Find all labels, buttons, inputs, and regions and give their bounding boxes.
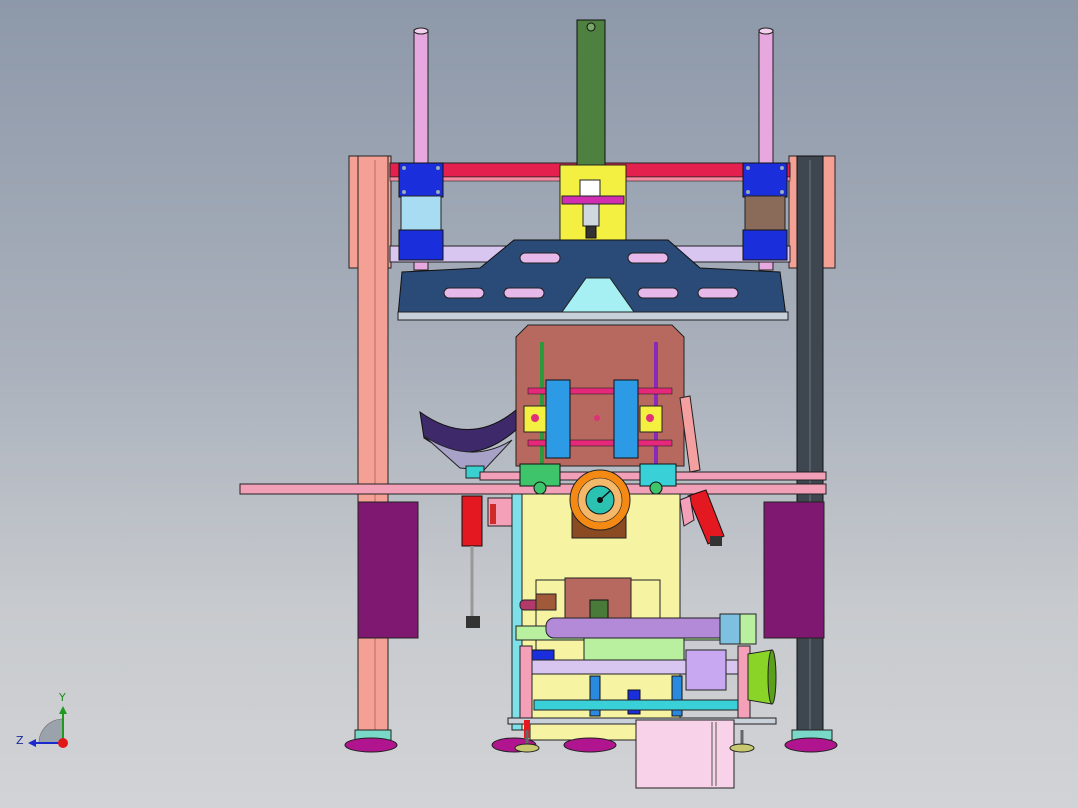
- leveling-foot: [563, 737, 617, 753]
- z-axis-label: Z: [16, 734, 24, 747]
- air-cylinder-top: [559, 19, 627, 241]
- orientation-triad[interactable]: Y Z: [16, 691, 68, 748]
- leveling-foot: [784, 737, 838, 753]
- z-axis-arrowhead: [28, 739, 36, 747]
- motor-panel-left: [357, 501, 419, 639]
- motor-box: [635, 719, 735, 789]
- main-housing: [515, 324, 685, 467]
- bearing-block-top-right: [742, 162, 788, 261]
- motor-panel-right: [763, 501, 825, 639]
- y-axis-arrowhead: [59, 706, 67, 714]
- lower-mechanism: [515, 577, 757, 723]
- y-axis-label: Y: [58, 691, 66, 704]
- bearing-block-top-left: [398, 162, 444, 261]
- triad-gray-quadrant: [38, 718, 64, 744]
- frame-column-right: [788, 155, 836, 741]
- rotating-hub: [569, 469, 631, 531]
- curved-claw-left: [419, 408, 517, 479]
- leveling-foot: [344, 737, 398, 753]
- red-actuator-left: [461, 495, 513, 628]
- x-axis-dot: [58, 738, 68, 748]
- cad-viewport[interactable]: Y Z: [0, 0, 1078, 808]
- frame-column-left: [348, 155, 392, 741]
- green-drum: [747, 649, 777, 705]
- machine-assembly-drawing[interactable]: Y Z: [0, 0, 1078, 808]
- red-actuator-right: [679, 489, 725, 546]
